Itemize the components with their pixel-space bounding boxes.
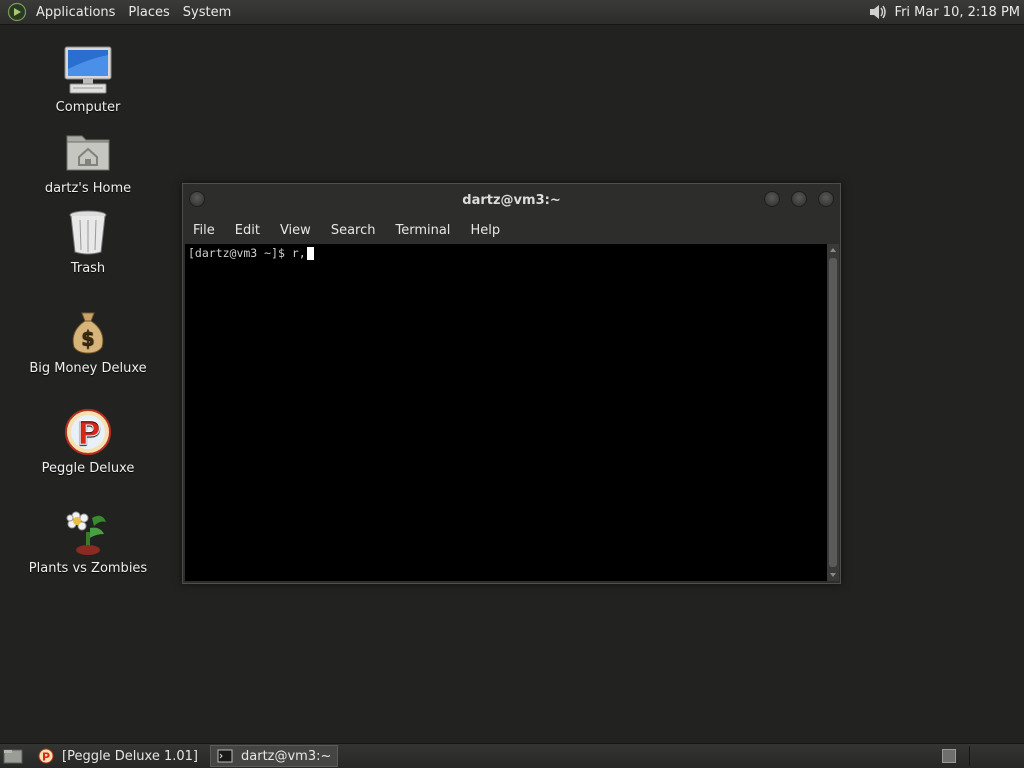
minimize-icon[interactable]	[764, 191, 780, 207]
trash-icon	[69, 210, 107, 255]
text-cursor	[306, 246, 314, 260]
svg-text:P: P	[42, 751, 50, 764]
desktop-icon-plants-vs-zombies[interactable]: Plants vs Zombies	[23, 506, 153, 576]
close-icon[interactable]	[818, 191, 834, 207]
desktop-icon-home[interactable]: dartz's Home	[23, 126, 153, 196]
gnome-foot-icon[interactable]	[7, 2, 27, 22]
volume-icon[interactable]	[867, 2, 889, 22]
desktop-icon-label: Big Money Deluxe	[29, 361, 147, 376]
desktop-icon-computer[interactable]: Computer	[23, 45, 153, 115]
terminal-output[interactable]: [dartz@vm3 ~]$ r,	[185, 244, 827, 581]
terminal-icon	[217, 749, 233, 763]
applications-menu[interactable]: Applications	[31, 0, 123, 25]
desktop-icon-peggle[interactable]: P Peggle Deluxe	[23, 406, 153, 476]
menu-terminal[interactable]: Terminal	[385, 223, 460, 238]
menu-help[interactable]: Help	[460, 223, 510, 238]
desktop-icon-big-money[interactable]: $ Big Money Deluxe	[23, 306, 153, 376]
computer-icon	[64, 46, 112, 94]
top-panel: Applications Places System Fri Mar 10, 2…	[0, 0, 1024, 25]
menu-view[interactable]: View	[270, 223, 321, 238]
scroll-thumb[interactable]	[829, 258, 837, 567]
svg-text:$: $	[81, 326, 95, 350]
taskbar-item-label: [Peggle Deluxe 1.01]	[62, 748, 198, 764]
prompt-line: [dartz@vm3 ~]$ r,	[188, 246, 314, 260]
money-bag-icon: $	[72, 312, 104, 354]
desktop-icon-label: Plants vs Zombies	[28, 561, 148, 576]
places-menu[interactable]: Places	[123, 0, 177, 25]
desktop-icon-label: Peggle Deluxe	[41, 461, 135, 476]
system-menu[interactable]: System	[178, 0, 239, 25]
peggle-icon: P	[65, 409, 111, 455]
workspace-switcher[interactable]	[942, 749, 956, 763]
window-titlebar[interactable]: dartz@vm3:~	[183, 184, 840, 216]
desktop-icon-label: dartz's Home	[44, 181, 132, 196]
prompt-text: [dartz@vm3 ~]$ r,	[188, 246, 306, 260]
taskbar-item-peggle[interactable]: P [Peggle Deluxe 1.01]	[32, 745, 204, 767]
menu-edit[interactable]: Edit	[225, 223, 270, 238]
taskbar-item-terminal[interactable]: dartz@vm3:~	[210, 745, 339, 767]
desktop-icon-label: Trash	[70, 261, 106, 276]
terminal-window[interactable]: dartz@vm3:~ File Edit View Search Termin…	[182, 183, 841, 584]
home-folder-icon	[66, 135, 110, 171]
clock[interactable]: Fri Mar 10, 2:18 PM	[895, 5, 1020, 20]
panel-tray: Fri Mar 10, 2:18 PM	[867, 2, 1024, 22]
window-menu-icon[interactable]	[189, 191, 205, 207]
desktop-icon-trash[interactable]: Trash	[23, 206, 153, 276]
terminal-menubar: File Edit View Search Terminal Help	[183, 217, 840, 244]
terminal-scrollbar[interactable]	[827, 244, 839, 581]
peggle-icon: P	[38, 748, 54, 764]
desktop-icon-label: Computer	[55, 100, 121, 115]
bottom-panel: P [Peggle Deluxe 1.01] dartz@vm3:~	[0, 743, 1024, 768]
taskbar-item-label: dartz@vm3:~	[241, 748, 332, 764]
scroll-down-icon[interactable]	[827, 569, 839, 581]
menu-search[interactable]: Search	[321, 223, 386, 238]
scroll-up-icon[interactable]	[827, 244, 839, 256]
plants-vs-zombies-icon	[66, 511, 106, 555]
window-title: dartz@vm3:~	[462, 192, 561, 208]
show-desktop-icon[interactable]	[2, 746, 24, 766]
maximize-icon[interactable]	[791, 191, 807, 207]
panel-separator	[969, 746, 970, 766]
svg-text:P: P	[77, 414, 100, 452]
menu-file[interactable]: File	[183, 223, 225, 238]
